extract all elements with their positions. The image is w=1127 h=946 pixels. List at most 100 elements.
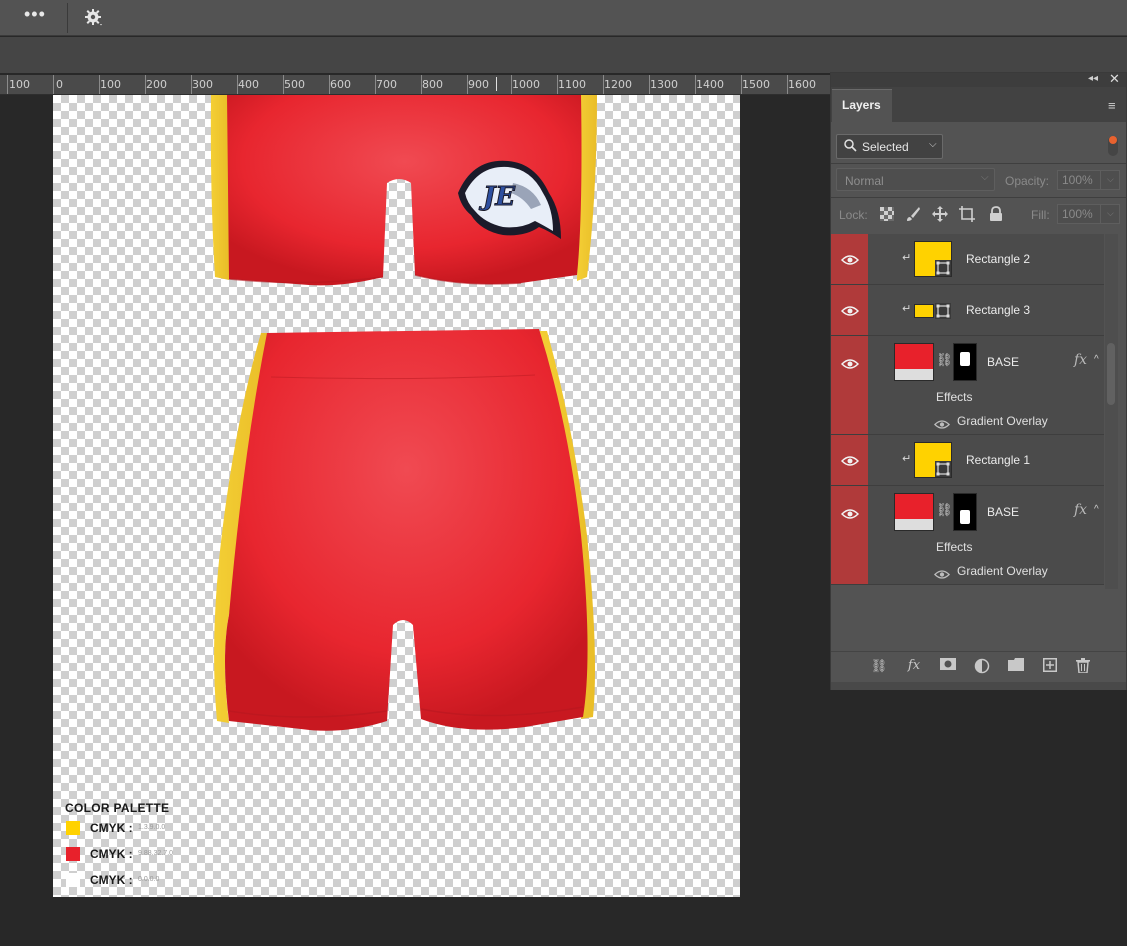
- effect-gradient-overlay[interactable]: Gradient Overlay: [957, 414, 1048, 428]
- chevron-up-icon[interactable]: ^: [1094, 504, 1099, 515]
- shorts-artwork: JE: [210, 95, 597, 731]
- eye-icon[interactable]: [841, 254, 859, 266]
- blend-mode-value: Normal: [845, 174, 884, 188]
- fill-label: Fill:: [1031, 208, 1050, 222]
- palette-row-yellow: CMYK : 1.3.9.0.0: [65, 817, 265, 841]
- fill-dropdown[interactable]: ⌵: [1100, 204, 1120, 224]
- opacity-dropdown[interactable]: ⌵: [1100, 170, 1120, 190]
- palette-label: CMYK :: [90, 847, 133, 861]
- layer-name[interactable]: BASE: [987, 505, 1019, 519]
- layer-row-rectangle-2[interactable]: ↵ Rectangle 2: [831, 234, 1104, 285]
- palette-value: 0.0.0.0: [138, 876, 160, 883]
- divider: [831, 163, 1126, 164]
- blend-mode-select[interactable]: Normal ⌵: [836, 168, 995, 191]
- brush-icon[interactable]: [905, 206, 921, 222]
- document-canvas[interactable]: JE COLOR PALETTE CMYK : 1.3.9.0.0 CMYK :…: [53, 95, 740, 897]
- toolbar-divider: [67, 3, 68, 33]
- shape-layer-icon: [935, 303, 951, 319]
- color-palette: COLOR PALETTE CMYK : 1.3.9.0.0 CMYK : 9.…: [65, 801, 265, 893]
- layers-panel: ◂◂ ✕ Layers ≡ Selected ⌵ Normal ⌵ Opacit…: [830, 71, 1127, 690]
- palette-row-white: CMYK : 0.0.0.0: [65, 869, 265, 893]
- top-toolbar: •••: [0, 0, 1127, 36]
- lock-icon[interactable]: [988, 206, 1004, 222]
- eye-icon[interactable]: [841, 508, 859, 520]
- palette-label: CMYK :: [90, 873, 133, 887]
- layer-row-base[interactable]: ⛓ BASE fx ^ Effects Gradient Overlay: [831, 336, 1104, 435]
- lock-transparent-pixels-icon[interactable]: [879, 206, 895, 222]
- palette-swatch: [66, 847, 80, 861]
- shorts-back: [214, 329, 595, 731]
- palette-value: 1.3.9.0.0: [138, 824, 166, 831]
- divider: [831, 197, 1126, 198]
- palette-value: 9.88.32.7.0: [138, 850, 174, 857]
- ruler-label: 1400: [696, 78, 724, 91]
- fx-icon[interactable]: fx: [1074, 352, 1087, 368]
- panel-resize-grip[interactable]: [831, 682, 1126, 690]
- ruler-label: 1200: [604, 78, 632, 91]
- panel-tab-strip: Layers ≡: [831, 87, 1126, 122]
- add-mask-icon[interactable]: [938, 658, 958, 676]
- layer-row-rectangle-1[interactable]: ↵ Rectangle 1: [831, 435, 1104, 486]
- link-icon[interactable]: ⛓: [936, 352, 953, 368]
- clipping-mask-icon: ↵: [902, 453, 912, 465]
- eye-icon[interactable]: [934, 419, 950, 430]
- opacity-input[interactable]: 100%: [1057, 170, 1101, 190]
- layers-scrollbar[interactable]: [1105, 234, 1118, 589]
- layer-name[interactable]: Rectangle 1: [966, 453, 1030, 467]
- ruler-label: 400: [238, 78, 259, 91]
- panel-menu-icon[interactable]: ≡: [1108, 98, 1116, 113]
- effects-label: Effects: [936, 540, 973, 554]
- add-layer-style-icon[interactable]: fx: [904, 658, 924, 676]
- eye-icon[interactable]: [934, 569, 950, 580]
- layer-filter-select[interactable]: Selected ⌵: [836, 134, 943, 159]
- filter-toggle[interactable]: [1108, 136, 1118, 156]
- ruler-label: 300: [192, 78, 213, 91]
- ruler-label: 100: [100, 78, 121, 91]
- layer-row-base[interactable]: ⛓ BASE fx ^ Effects Gradient Overlay: [831, 486, 1104, 585]
- eye-icon[interactable]: [841, 455, 859, 467]
- crop-icon[interactable]: [959, 206, 975, 222]
- close-panel-icon[interactable]: ✕: [1109, 71, 1120, 87]
- layer-name[interactable]: Rectangle 3: [966, 303, 1030, 317]
- ruler-label: 1100: [558, 78, 586, 91]
- collapse-panel-icon[interactable]: ◂◂: [1088, 73, 1098, 84]
- link-layers-icon[interactable]: ⛓: [869, 658, 889, 676]
- chevron-down-icon: ⌵: [981, 172, 989, 183]
- link-icon[interactable]: ⛓: [936, 502, 953, 518]
- move-icon[interactable]: [932, 206, 948, 222]
- trash-icon[interactable]: [1073, 658, 1093, 676]
- layer-name[interactable]: Rectangle 2: [966, 252, 1030, 266]
- adjustment-layer-icon[interactable]: [972, 658, 992, 676]
- chevron-up-icon[interactable]: ^: [1094, 354, 1099, 365]
- folder-icon[interactable]: [1006, 658, 1026, 676]
- fx-icon[interactable]: fx: [1074, 502, 1087, 518]
- ruler-label: 0: [56, 78, 63, 91]
- scrollbar-thumb[interactable]: [1107, 343, 1115, 405]
- new-layer-icon[interactable]: [1040, 658, 1060, 676]
- fill-input[interactable]: 100%: [1057, 204, 1101, 224]
- layer-row-rectangle-3[interactable]: ↵ Rectangle 3: [831, 285, 1104, 336]
- tab-layers[interactable]: Layers: [832, 89, 892, 122]
- layer-mask-thumbnail: [953, 493, 977, 531]
- options-bar: [0, 37, 1127, 73]
- gear-icon[interactable]: [82, 6, 106, 30]
- palette-title: COLOR PALETTE: [65, 801, 170, 815]
- filter-value: Selected: [862, 140, 909, 154]
- shape-layer-icon: [935, 461, 951, 477]
- ruler-cursor-marker: [496, 77, 497, 91]
- eye-icon[interactable]: [841, 305, 859, 317]
- ruler-label: 800: [422, 78, 443, 91]
- more-options-button[interactable]: •••: [24, 4, 54, 28]
- horizontal-ruler[interactable]: 100 0 100 200 300 400 500 600 700 800 90…: [0, 75, 830, 95]
- eye-icon[interactable]: [841, 358, 859, 370]
- ruler-label: 700: [376, 78, 397, 91]
- layer-name[interactable]: BASE: [987, 355, 1019, 369]
- layers-footer: ⛓ fx: [831, 651, 1126, 682]
- opacity-label: Opacity:: [1005, 174, 1050, 188]
- layer-thumbnail: [914, 304, 934, 318]
- effect-gradient-overlay[interactable]: Gradient Overlay: [957, 564, 1048, 578]
- layer-thumbnail: [894, 343, 934, 381]
- palette-row-red: CMYK : 9.88.32.7.0: [65, 843, 265, 867]
- ruler-label: 1500: [742, 78, 770, 91]
- ruler-label: 200: [146, 78, 167, 91]
